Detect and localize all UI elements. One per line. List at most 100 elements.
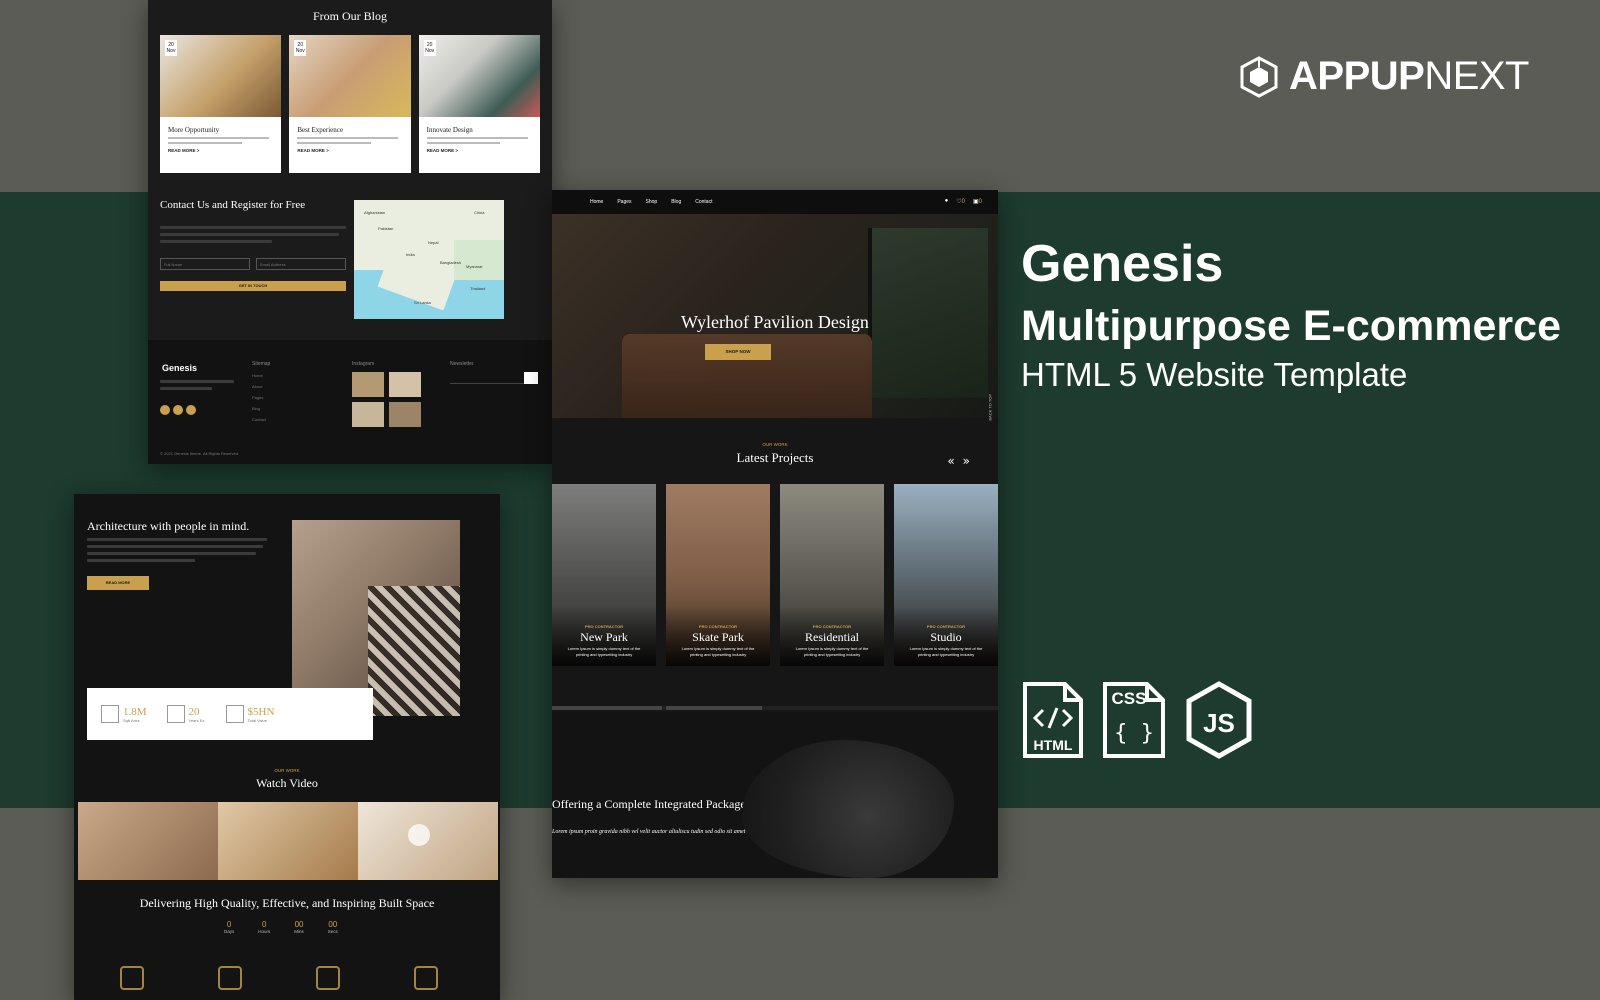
tool-icon [414, 966, 438, 990]
blog-card[interactable]: 20 Nov More Opportunity READ MORE > [160, 35, 282, 173]
blog-card[interactable]: 20 Nov Innovate Design READ MORE > [418, 35, 540, 173]
map-label: Afghanistan [364, 210, 386, 215]
read-more-link[interactable]: READ MORE > [297, 148, 402, 153]
footer-link[interactable]: Contact [252, 417, 270, 422]
prev-arrow-icon[interactable]: « [947, 454, 962, 468]
read-more-button[interactable]: READ MORE [87, 576, 149, 590]
instagram-icon[interactable] [186, 405, 196, 415]
projects-arrows: «» [947, 454, 978, 468]
blog-card-image: 20 Nov [160, 35, 282, 117]
user-icon[interactable]: ● [945, 198, 949, 205]
instagram-thumb[interactable] [352, 372, 384, 397]
facebook-icon[interactable] [160, 405, 170, 415]
map-land-east [454, 240, 504, 280]
countdown: 0 Days 0 Hours 00 Mins 00 Secs [224, 920, 338, 934]
project-card[interactable]: PRO CONTRACTOR Residential Lorem Ipsum i… [780, 484, 884, 666]
read-more-link[interactable]: READ MORE > [427, 148, 532, 153]
cart-icon[interactable]: ▣0 [973, 198, 982, 205]
wave-icon [316, 966, 340, 990]
js-badge-label: JS [1203, 708, 1235, 738]
blog-date-badge: 20 Nov [294, 40, 307, 56]
blog-card-excerpt [168, 137, 273, 144]
next-arrow-icon[interactable]: » [963, 454, 978, 468]
contact-title: Contact Us and Register for Free [160, 199, 306, 211]
product-subtitle: Multipurpose E-commerce [1021, 302, 1561, 351]
video-thumb[interactable] [78, 802, 218, 880]
twitter-icon[interactable] [173, 405, 183, 415]
footer-link[interactable]: Blog [252, 406, 270, 411]
countdown-item: 0 Days [224, 920, 235, 934]
countdown-item: 00 Secs [327, 920, 338, 934]
footer-sitemap: Sitemap Home About Pages Blog Contact [252, 361, 270, 422]
name-field[interactable]: Full Name [160, 258, 250, 270]
contact-description [160, 226, 346, 247]
about-preview: Architecture with people in mind. READ M… [74, 494, 500, 1000]
instagram-thumb[interactable] [389, 402, 421, 427]
house-icon [120, 966, 144, 990]
email-field[interactable]: Email Address [256, 258, 346, 270]
copyright-text: © 2021 Genesis theme. All Rights Reserve… [160, 451, 240, 456]
stat-item: 1.8M Sqft Area [101, 705, 147, 723]
product-title: Genesis [1021, 235, 1224, 293]
blog-card-excerpt [426, 137, 532, 144]
offer-section: Offering a Complete Integrated Package L… [552, 712, 998, 878]
instagram-thumbnails [352, 372, 421, 427]
map-label: Bangladesh [440, 260, 462, 265]
project-card[interactable]: PRO CONTRACTOR New Park Lorem Ipsum is s… [552, 484, 656, 666]
project-name: Residential [805, 630, 859, 644]
nav-pages[interactable]: Pages [617, 199, 631, 205]
product-tagline: HTML 5 Website Template [1021, 356, 1408, 394]
instagram-thumb[interactable] [389, 372, 421, 397]
nav-home[interactable]: Home [590, 199, 603, 205]
stat-label: Total Value [247, 717, 268, 723]
nav-shop[interactable]: Shop [646, 199, 658, 205]
css-badge-label: CSS [1112, 689, 1147, 708]
project-card[interactable]: PRO CONTRACTOR Skate Park Lorem Ipsum is… [666, 484, 770, 666]
svg-text:{ }: { } [1114, 721, 1154, 746]
offer-image [742, 740, 954, 878]
video-thumb[interactable] [218, 802, 358, 880]
stat-value: 20 [188, 705, 200, 718]
shop-now-button[interactable]: SHOP NOW [705, 344, 771, 360]
get-in-touch-button[interactable]: GET IN TOUCH [160, 281, 346, 291]
nav-links: Home Pages Shop Blog Contact [590, 199, 712, 205]
stat-item: 20 Years Ex. [166, 705, 206, 723]
brand-name: APPUPNEXT [1289, 54, 1529, 98]
countdown-item: 00 Mins [294, 920, 304, 934]
send-icon[interactable] [524, 372, 538, 384]
nodejs-hex-icon: JS [1186, 681, 1252, 759]
html-badge-label: HTML [1034, 737, 1073, 753]
instagram-thumb[interactable] [352, 402, 384, 427]
video-thumbnails [78, 802, 498, 880]
swatch-icon [166, 705, 185, 723]
video-subtitle: OUR WORK [274, 768, 300, 773]
map-label: Nepal [428, 240, 439, 245]
carousel-progress [552, 706, 998, 710]
footer-link[interactable]: Pages [252, 395, 270, 400]
map-widget[interactable]: Afghanistan China Pakistan India Nepal B… [354, 200, 504, 319]
footer-link[interactable]: About [252, 384, 270, 389]
offer-title: Offering a Complete Integrated Package [552, 797, 746, 811]
bedroom-image [292, 520, 460, 716]
deliver-title: Delivering High Quality, Effective, and … [139, 896, 435, 910]
cube-logo-icon [1240, 55, 1278, 98]
read-more-link[interactable]: READ MORE > [168, 148, 273, 153]
feature-icons [120, 966, 438, 990]
back-to-top-link[interactable]: BACK TO TOP [988, 394, 993, 421]
project-card[interactable]: PRO CONTRACTOR Studio Lorem Ipsum is sim… [894, 484, 998, 666]
blog-card[interactable]: 20 Nov Best Experience READ MORE > [289, 35, 411, 173]
map-label: Myanmar [466, 264, 483, 269]
footer-logo[interactable]: Genesis [162, 363, 197, 373]
play-icon[interactable] [408, 824, 430, 846]
heart-icon[interactable]: ♡0 [956, 198, 965, 205]
project-desc: Lorem Ipsum is simply dummy text of the … [795, 646, 869, 657]
countdown-item: 0 Hours [258, 920, 271, 934]
projects-carousel: PRO CONTRACTOR New Park Lorem Ipsum is s… [552, 484, 998, 666]
promo-text-block: Genesis Multipurpose E-commerce HTML 5 W… [1021, 235, 1561, 394]
project-category: PRO CONTRACTOR [698, 624, 738, 629]
stat-item: $5HN Total Value [225, 705, 274, 723]
footer-link[interactable]: Home [252, 373, 270, 378]
footer-column-title: Newsletter [450, 361, 474, 367]
nav-blog[interactable]: Blog [671, 199, 681, 205]
nav-contact[interactable]: Contact [695, 199, 712, 205]
